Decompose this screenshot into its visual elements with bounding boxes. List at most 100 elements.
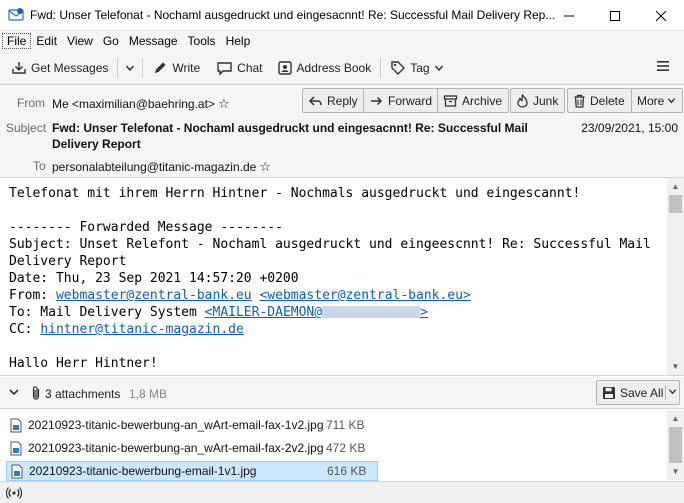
attachment-name: 20210923-titanic-bewerbung-an_wArt-email… <box>28 418 324 432</box>
attachment-size: 472 KB <box>326 441 366 455</box>
junk-button[interactable]: Junk <box>510 88 566 113</box>
attachment-list-scrollbar[interactable]: ▲ ▼ <box>667 410 684 480</box>
junk-label: Junk <box>533 93 559 108</box>
hamburger-menu-icon <box>657 61 669 71</box>
menu-view[interactable]: View <box>62 34 98 48</box>
scrollbar-thumb[interactable] <box>669 195 682 213</box>
save-all-separator <box>665 385 666 400</box>
body-scrollbar[interactable]: ▲ ▼ <box>667 178 684 375</box>
menu-file[interactable]: File <box>2 33 32 49</box>
menu-bar: File Edit View Go Message Tools Help <box>0 31 684 51</box>
tag-button[interactable]: Tag <box>385 55 452 81</box>
main-toolbar: Get Messages Write Chat Address Book Tag <box>0 51 684 85</box>
delete-label: Delete <box>590 93 625 108</box>
get-messages-button[interactable]: Get Messages <box>6 55 113 81</box>
close-button[interactable] <box>638 0 684 31</box>
menu-go[interactable]: Go <box>98 34 124 48</box>
image-file-icon <box>10 441 22 455</box>
attachment-size: 711 KB <box>326 418 365 432</box>
reply-icon <box>308 95 322 106</box>
forwarded-from-prefix: From: <box>9 288 56 303</box>
from-email-link-bracketed[interactable]: <webmaster@zentral-bank.eu> <box>259 288 470 303</box>
greeting-line: Hallo Herr Hintner! <box>9 356 158 371</box>
tag-icon <box>391 60 406 75</box>
flame-icon <box>517 93 528 108</box>
maximize-button[interactable] <box>592 0 638 31</box>
minimize-button[interactable] <box>546 0 592 31</box>
forwarded-message-header: -------- Forwarded Message -------- <box>9 220 283 235</box>
attachment-item[interactable]: 20210923-titanic-bewerbung-an_wArt-email… <box>6 438 378 458</box>
maximize-icon <box>610 10 620 21</box>
scroll-up-arrow[interactable]: ▲ <box>667 410 684 427</box>
chevron-down-icon[interactable] <box>8 386 20 398</box>
menu-edit[interactable]: Edit <box>31 34 62 48</box>
chevron-down-icon[interactable] <box>668 387 677 396</box>
star-icon[interactable]: ☆ <box>218 96 230 112</box>
address-book-button[interactable]: Address Book <box>272 55 377 81</box>
to-label: To <box>33 159 46 173</box>
forward-button[interactable]: Forward <box>363 88 440 113</box>
reply-button[interactable]: Reply <box>302 88 365 113</box>
message-body-text: Telefonat mit ihrem Herrn Hintner - Noch… <box>9 185 659 372</box>
message-date: 23/09/2021, 15:00 <box>581 121 678 135</box>
delete-button[interactable]: Delete <box>567 88 632 113</box>
scroll-down-arrow[interactable]: ▼ <box>667 463 684 480</box>
menu-help[interactable]: Help <box>221 34 256 48</box>
from-value[interactable]: Me <maximilian@baehring.at> ☆ <box>52 96 230 112</box>
archive-box-icon <box>443 94 458 107</box>
star-icon[interactable]: ☆ <box>259 159 271 175</box>
menu-message[interactable]: Message <box>124 34 183 48</box>
forwarded-cc-prefix: CC: <box>9 322 41 337</box>
forwarded-to-prefix: To: Mail Delivery System <box>9 305 205 320</box>
close-icon <box>656 10 666 21</box>
get-messages-dropdown[interactable] <box>122 55 138 81</box>
image-file-icon <box>10 418 22 432</box>
scroll-up-arrow[interactable]: ▲ <box>667 178 684 195</box>
toolbar-separator <box>142 57 144 78</box>
from-label: From <box>17 96 45 110</box>
chat-button[interactable]: Chat <box>211 55 267 81</box>
mailer-daemon-link[interactable]: <MAILER-DAEMON@ > <box>205 305 428 320</box>
chevron-down-icon <box>668 98 676 104</box>
to-value[interactable]: personalabteilung@titanic-magazin.de ☆ <box>52 159 271 175</box>
scroll-down-arrow[interactable]: ▼ <box>667 358 684 375</box>
save-all-button[interactable]: Save All <box>596 380 680 405</box>
address-book-label: Address Book <box>296 60 372 75</box>
tag-label: Tag <box>410 60 430 75</box>
more-button[interactable]: More <box>631 88 684 113</box>
attachment-count[interactable]: 3 attachments <box>45 387 120 401</box>
forwarded-date: Date: Thu, 23 Sep 2021 14:57:20 +0200 <box>9 271 299 286</box>
more-label: More <box>637 93 665 108</box>
image-file-icon <box>11 464 23 478</box>
subject-label: Subject <box>6 121 47 135</box>
scrollbar-thumb[interactable] <box>669 427 682 463</box>
window-title: Fwd: Unser Telefonat - Nochaml ausgedruc… <box>30 8 556 22</box>
from-address[interactable]: Me <maximilian@baehring.at> <box>52 97 215 111</box>
pencil-icon <box>155 62 166 73</box>
minimize-icon <box>564 15 574 16</box>
toolbar-separator <box>117 57 119 78</box>
cc-email-link[interactable]: hintner@titanic-magazin.de <box>40 322 244 337</box>
attachment-item[interactable]: 20210923-titanic-bewerbung-an_wArt-email… <box>6 415 378 435</box>
attachment-name: 20210923-titanic-bewerbung-an_wArt-email… <box>28 441 324 455</box>
app-menu-button[interactable] <box>656 59 670 76</box>
toolbar-separator <box>380 57 382 78</box>
attachment-item-selected[interactable]: 20210923-titanic-bewerbung-email-1v1.jpg… <box>6 461 378 481</box>
trash-icon <box>574 94 585 108</box>
online-status-icon[interactable] <box>6 486 22 500</box>
reply-label: Reply <box>327 93 358 108</box>
message-body[interactable]: Telefonat mit ihrem Herrn Hintner - Noch… <box>0 178 684 376</box>
subject-value: Fwd: Unser Telefonat - Nochaml ausgedruc… <box>52 121 528 151</box>
to-address[interactable]: personalabteilung@titanic-magazin.de <box>52 160 256 174</box>
from-email-link[interactable]: webmaster@zentral-bank.eu <box>56 288 252 303</box>
forward-arrow-icon <box>371 96 383 105</box>
forwarded-subject: Subject: Unset Relefont - Nochaml ausged… <box>9 237 659 269</box>
attachments-bar: 3 attachments 1,8 MB Save All <box>0 377 684 409</box>
menu-tools[interactable]: Tools <box>183 34 221 48</box>
archive-button[interactable]: Archive <box>437 88 510 113</box>
save-all-label: Save All <box>620 385 664 400</box>
forward-label: Forward <box>388 93 433 108</box>
write-button[interactable]: Write <box>147 55 205 81</box>
get-messages-label: Get Messages <box>31 60 109 75</box>
attachment-size: 616 KB <box>327 464 367 478</box>
